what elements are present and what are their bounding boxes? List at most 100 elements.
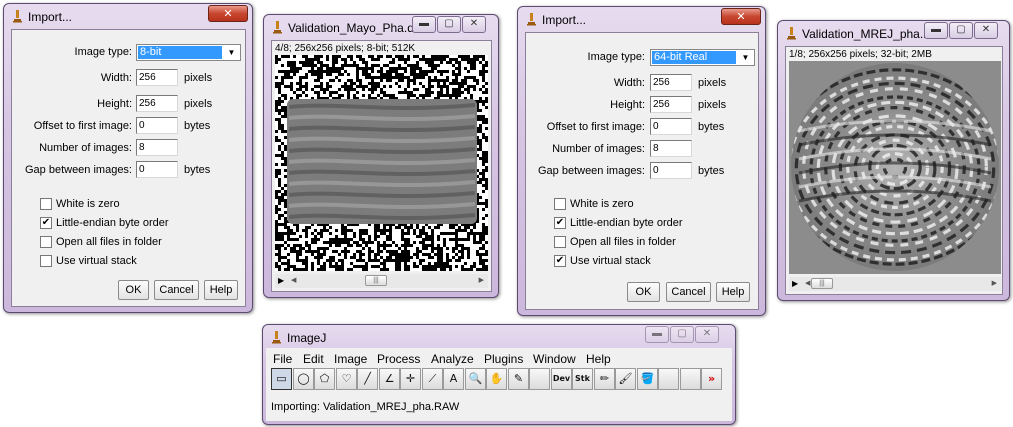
image-type-value: 8-bit xyxy=(138,46,222,59)
scroll-thumb[interactable]: ||| xyxy=(811,278,833,289)
stack-scrollbar[interactable]: ▶ ◀ ||| ▶ xyxy=(789,277,1001,291)
image-canvas[interactable] xyxy=(789,61,1001,274)
flood-fill-tool-icon[interactable]: 🪣 xyxy=(637,368,658,390)
close-button[interactable]: ✕ xyxy=(974,22,998,39)
import-dialog-1-title: Import... xyxy=(28,10,73,24)
image-type-select[interactable]: 8-bit ▼ xyxy=(136,44,241,61)
magnifier-tool-icon[interactable]: 🔍 xyxy=(465,368,486,390)
imagej-titlebar[interactable]: ImageJ ▬ ▢ ✕ xyxy=(263,325,735,349)
little-endian-checkbox[interactable]: ✔ xyxy=(40,217,52,229)
num-images-field[interactable] xyxy=(650,140,692,157)
menu-analyze[interactable]: Analyze xyxy=(431,352,474,366)
image-window-1-titlebar[interactable]: Validation_Mayo_Pha.dif ▬ ▢ ✕ xyxy=(264,15,498,39)
white-zero-checkbox[interactable] xyxy=(554,198,566,210)
menu-window[interactable]: Window xyxy=(533,352,576,366)
play-icon[interactable]: ▶ xyxy=(792,279,798,289)
blank-tool-1[interactable] xyxy=(529,368,550,390)
hand-tool-icon[interactable]: ✋ xyxy=(486,368,507,390)
height-field[interactable] xyxy=(136,95,178,112)
freehand-tool-icon[interactable]: ♡ xyxy=(336,368,357,390)
offset-field[interactable] xyxy=(136,117,178,134)
chevron-down-icon: ▼ xyxy=(227,48,236,57)
white-zero-checkbox[interactable] xyxy=(40,198,52,210)
import-dialog-1-titlebar[interactable]: Import... ✕ xyxy=(4,4,252,28)
point-tool-icon[interactable]: ✛ xyxy=(400,368,421,390)
cancel-button[interactable]: Cancel xyxy=(154,280,199,300)
help-button[interactable]: Help xyxy=(716,282,750,302)
minimize-button[interactable]: ▬ xyxy=(412,16,436,33)
dropper-tool-icon[interactable]: ✎ xyxy=(508,368,529,390)
ok-button[interactable]: OK xyxy=(627,282,660,302)
virtual-stack-checkbox[interactable]: ✔ xyxy=(554,255,566,267)
play-icon[interactable]: ▶ xyxy=(278,276,284,286)
dev-tool-icon[interactable]: Dev xyxy=(551,368,572,390)
import-dialog-2-titlebar[interactable]: Import... ✕ xyxy=(518,7,765,31)
close-icon: ✕ xyxy=(981,24,991,35)
close-button[interactable]: ✕ xyxy=(721,8,761,25)
close-button[interactable]: ✕ xyxy=(208,5,248,22)
wand-tool-icon[interactable]: ⟋ xyxy=(422,368,443,390)
maximize-icon: ▢ xyxy=(677,328,687,339)
scroll-right-icon[interactable]: ▶ xyxy=(479,276,484,284)
close-button[interactable]: ✕ xyxy=(695,326,719,343)
maximize-button[interactable]: ▢ xyxy=(437,16,461,33)
blank-tool-2[interactable] xyxy=(658,368,679,390)
open-all-checkbox[interactable] xyxy=(554,236,566,248)
maximize-button[interactable]: ▢ xyxy=(949,22,973,39)
height-field[interactable] xyxy=(650,96,692,113)
image-window-1-body: 4/8; 256x256 pixels; 8-bit; 512K ▶ ◀ |||… xyxy=(271,40,492,292)
offset-unit: bytes xyxy=(184,120,211,132)
ok-button[interactable]: OK xyxy=(118,280,149,300)
polygon-tool-icon[interactable]: ⬠ xyxy=(314,368,335,390)
width-field[interactable] xyxy=(136,69,178,86)
image-window-2-titlebar[interactable]: Validation_MREJ_pha.R... ▬ ▢ ✕ xyxy=(778,21,1009,45)
open-all-checkbox[interactable] xyxy=(40,236,52,248)
pencil-tool-icon[interactable]: ✏ xyxy=(594,368,615,390)
gap-field[interactable] xyxy=(650,162,692,179)
menu-file[interactable]: File xyxy=(273,352,292,366)
gap-field[interactable] xyxy=(136,161,178,178)
image-type-select[interactable]: 64-bit Real ▼ xyxy=(650,49,755,66)
scroll-thumb[interactable]: ||| xyxy=(365,275,387,286)
brush-tool-icon[interactable]: 🖌 xyxy=(615,368,636,390)
menu-plugins[interactable]: Plugins xyxy=(484,352,523,366)
blank-tool-3[interactable] xyxy=(680,368,701,390)
minimize-button[interactable]: ▬ xyxy=(924,22,948,39)
menu-process[interactable]: Process xyxy=(377,352,420,366)
help-button[interactable]: Help xyxy=(204,280,238,300)
line-tool-icon[interactable]: ╱ xyxy=(357,368,378,390)
num-images-field[interactable] xyxy=(136,139,178,156)
image-window-2-title: Validation_MREJ_pha.R... xyxy=(802,27,942,41)
little-endian-checkbox[interactable]: ✔ xyxy=(554,217,566,229)
offset-label: Offset to first image: xyxy=(546,121,645,133)
scroll-right-icon[interactable]: ▶ xyxy=(992,279,997,287)
oval-tool-icon[interactable]: ◯ xyxy=(293,368,314,390)
menu-edit[interactable]: Edit xyxy=(303,352,324,366)
offset-field[interactable] xyxy=(650,118,692,135)
stack-scrollbar[interactable]: ▶ ◀ ||| ▶ xyxy=(275,274,488,288)
close-button[interactable]: ✕ xyxy=(462,16,486,33)
text-tool-icon[interactable]: A xyxy=(443,368,464,390)
height-unit: pixels xyxy=(698,99,727,111)
import-dialog-2: Import... ✕ Image type: 64-bit Real ▼ Wi… xyxy=(517,6,766,316)
scroll-left-icon[interactable]: ◀ xyxy=(291,276,296,284)
image-type-label: Image type: xyxy=(74,46,132,58)
menu-help[interactable]: Help xyxy=(586,352,611,366)
angle-tool-icon[interactable]: ∠ xyxy=(379,368,400,390)
scroll-left-icon[interactable]: ◀ xyxy=(805,279,810,287)
maximize-button[interactable]: ▢ xyxy=(670,326,694,343)
import-dialog-2-body: Image type: 64-bit Real ▼ Width: pixels … xyxy=(525,32,759,310)
more-tools-icon[interactable]: » xyxy=(701,368,722,390)
white-zero-label: White is zero xyxy=(570,198,634,210)
virtual-stack-checkbox[interactable] xyxy=(40,255,52,267)
import-dialog-2-title: Import... xyxy=(542,13,587,27)
gap-label: Gap between images: xyxy=(537,165,645,177)
width-field[interactable] xyxy=(650,74,692,91)
menu-image[interactable]: Image xyxy=(334,352,367,366)
image-canvas[interactable] xyxy=(275,55,488,271)
offset-unit: bytes xyxy=(698,121,725,133)
minimize-button[interactable]: ▬ xyxy=(645,326,669,343)
rectangle-tool-icon[interactable]: ▭ xyxy=(271,368,292,390)
stk-tool-icon[interactable]: Stk xyxy=(572,368,593,390)
cancel-button[interactable]: Cancel xyxy=(666,282,711,302)
